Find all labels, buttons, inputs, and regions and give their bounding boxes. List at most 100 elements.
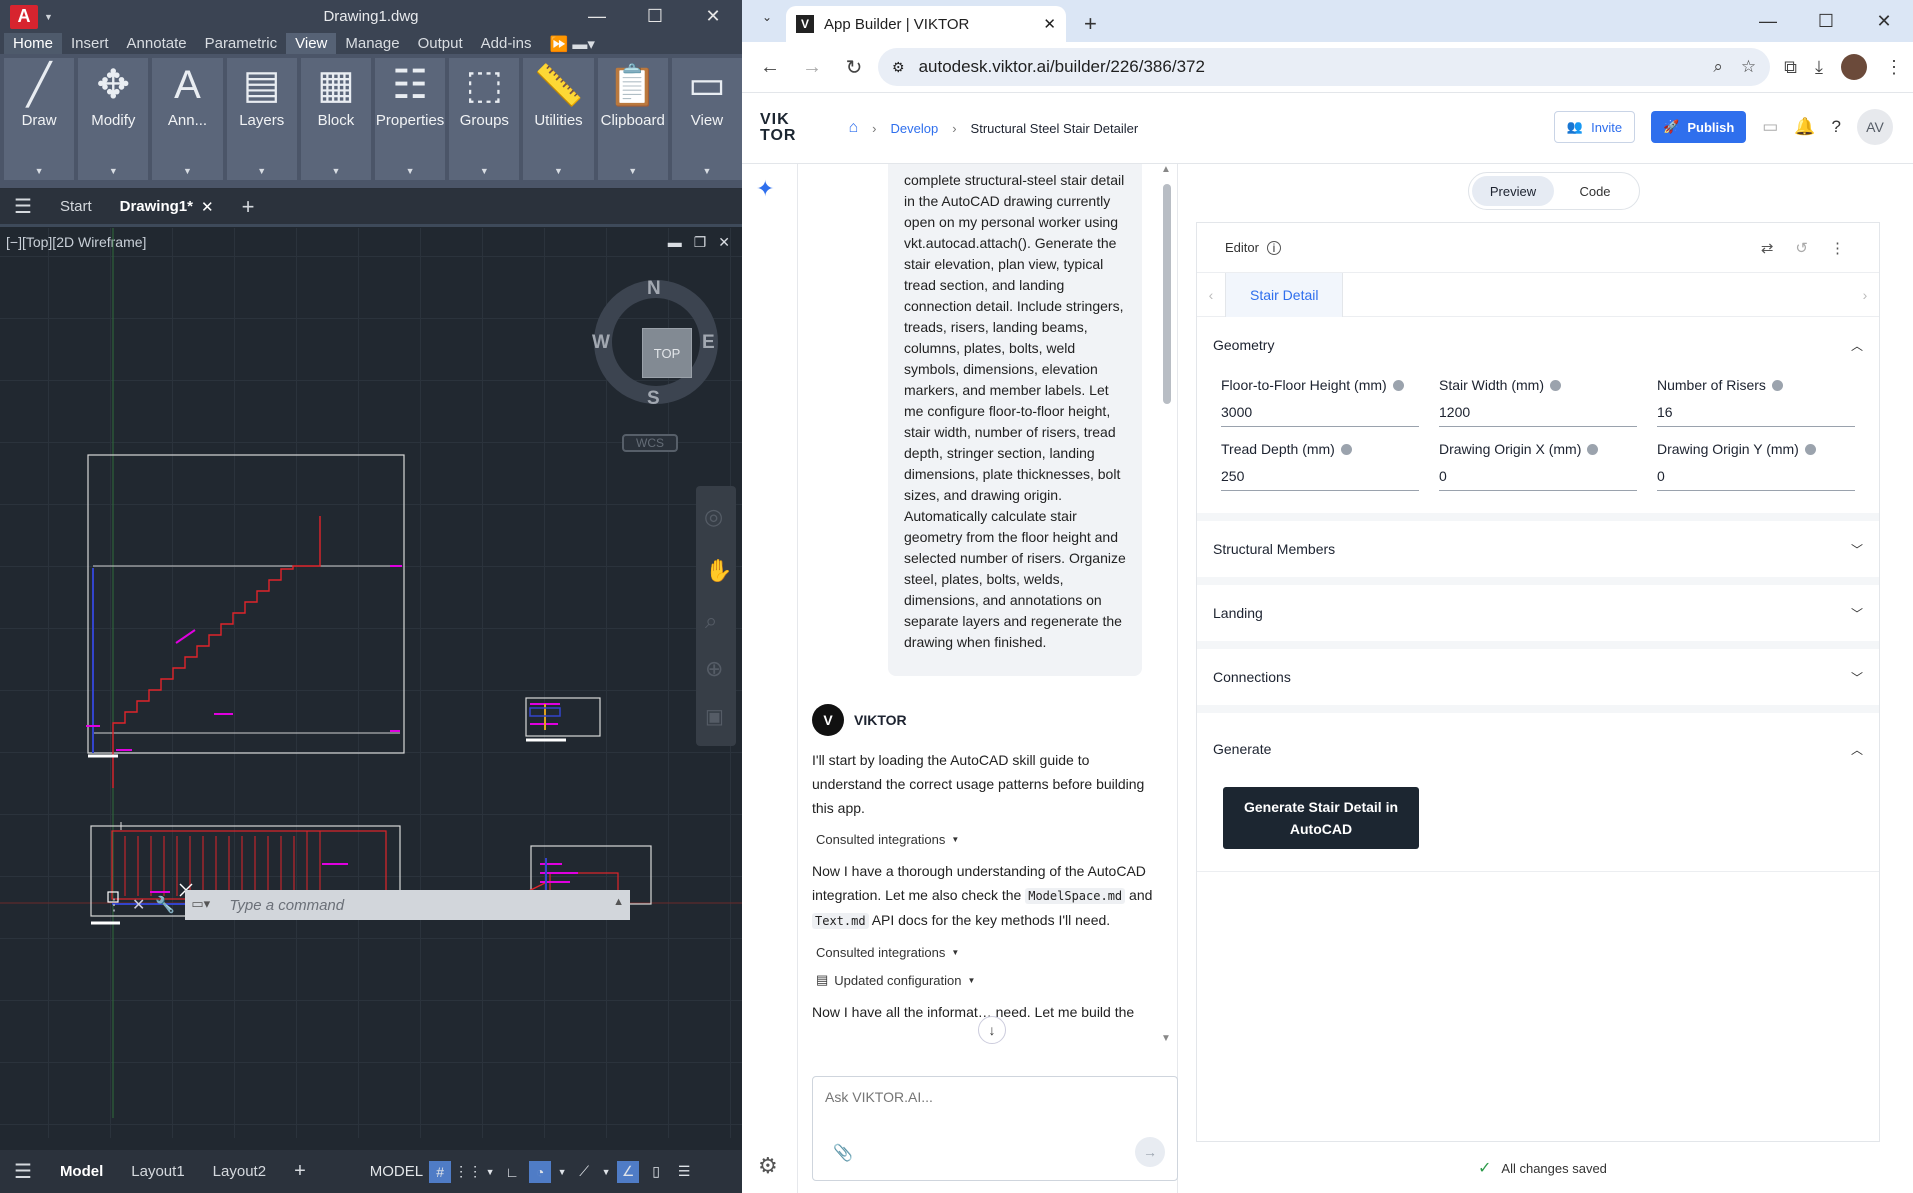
file-tab-start[interactable]: Start [46, 188, 106, 226]
section-generate-header[interactable]: Generate ︿ [1197, 721, 1879, 777]
polar-tracking-icon[interactable]: ◔ [529, 1160, 552, 1183]
browser-minimize-icon[interactable]: — [1739, 0, 1797, 42]
close-tab-icon[interactable]: ✕ [201, 198, 214, 216]
isodraft-dropdown-icon[interactable]: ▼ [601, 1161, 611, 1183]
layout-tab-layout1[interactable]: Layout1 [117, 1163, 198, 1180]
snap-dropdown-icon[interactable]: ▼ [485, 1161, 495, 1183]
lineweight-icon[interactable]: ▯ [645, 1161, 667, 1183]
info-icon[interactable] [1392, 379, 1404, 391]
browser-close-icon[interactable]: ✕ [1855, 0, 1913, 42]
steering-wheel-icon[interactable]: ◎ [704, 504, 723, 530]
ask-input[interactable] [825, 1089, 1125, 1105]
address-bar[interactable]: ⚙ autodesk.viktor.ai/builder/226/386/372… [878, 48, 1771, 86]
send-button[interactable]: → [1135, 1137, 1165, 1167]
undo-icon[interactable]: ↺ [1795, 239, 1808, 257]
command-input[interactable]: ▭▾ Type a command ▲ [185, 890, 630, 920]
snap-mode-icon[interactable]: ⋮⋮ [454, 1161, 482, 1183]
app-menu-caret-icon[interactable]: ▼ [44, 12, 53, 22]
close-tab-icon[interactable]: ✕ [1043, 15, 1056, 33]
command-grip-icon[interactable]: ⋮ [106, 895, 122, 915]
ribbon-tab-annotate[interactable]: Annotate [118, 33, 196, 54]
object-snap-tracking-icon[interactable]: ∠ [617, 1160, 640, 1183]
site-info-icon[interactable]: ⚙ [892, 59, 905, 76]
autocad-logo-icon[interactable]: A [10, 4, 38, 29]
bookmark-star-icon[interactable]: ☆ [1741, 57, 1756, 77]
floor-height-input[interactable]: 3000 [1221, 397, 1419, 427]
drawing-viewport[interactable]: [−][Top][2D Wireframe] ▬ ❐ ✕ N S E W TOP… [0, 228, 742, 1138]
tab-search-icon[interactable]: ⌄ [762, 10, 772, 24]
forward-icon[interactable]: → [794, 49, 830, 85]
minimize-icon[interactable]: — [568, 0, 626, 33]
panel-expand-icon[interactable]: ▼ [406, 166, 415, 176]
isodraft-icon[interactable]: ⟋ [573, 1161, 595, 1183]
panel-expand-icon[interactable]: ▼ [183, 166, 192, 176]
status-menu-icon[interactable]: ☰ [0, 1159, 46, 1184]
ribbon-panel-ann[interactable]: A Ann... ▼ [152, 58, 223, 180]
ribbon-panel-block[interactable]: ▦ Block ▼ [300, 58, 372, 180]
notifications-bell-icon[interactable]: 🔔 [1794, 117, 1815, 137]
chat-scrollbar[interactable]: ▲ ▼ [1161, 164, 1173, 1044]
viewcube-top-face[interactable]: TOP [642, 328, 692, 378]
new-tab-icon[interactable]: + [1084, 6, 1097, 42]
panel-expand-icon[interactable]: ▼ [331, 166, 340, 176]
more-options-icon[interactable]: ⋮ [1830, 239, 1845, 257]
sync-status-icon[interactable]: ⇄ [1761, 239, 1774, 257]
hamburger-menu-icon[interactable]: ☰ [0, 188, 46, 226]
info-icon[interactable] [1587, 443, 1599, 455]
viewcube-compass[interactable]: N S E W TOP [592, 278, 718, 409]
stair-width-input[interactable]: 1200 [1439, 397, 1637, 427]
ribbon-panel-modify[interactable]: ✥ Modify ▼ [78, 58, 149, 180]
showmotion-icon[interactable]: ▣ [705, 704, 724, 729]
origin-y-input[interactable]: 0 [1657, 461, 1855, 491]
back-icon[interactable]: ← [752, 49, 788, 85]
customization-menu-icon[interactable]: ☰ [673, 1161, 695, 1183]
add-layout-icon[interactable]: + [280, 1160, 320, 1183]
code-toggle-button[interactable]: Code [1554, 176, 1636, 206]
ribbon-panel-clipboard[interactable]: 📋 Clipboard ▼ [597, 58, 668, 180]
navigation-bar[interactable]: ◎ ✋ ⌕ ⊕ ▣ [696, 486, 736, 746]
panel-expand-icon[interactable]: ▼ [35, 166, 44, 176]
preview-toggle-button[interactable]: Preview [1472, 176, 1554, 206]
panel-expand-icon[interactable]: ▼ [628, 166, 637, 176]
polar-dropdown-icon[interactable]: ▼ [557, 1161, 567, 1183]
browser-maximize-icon[interactable]: ☐ [1797, 0, 1855, 42]
app-preview-icon[interactable]: ▭ [1762, 117, 1778, 137]
scroll-up-icon[interactable]: ▲ [1161, 164, 1171, 175]
file-tab-drawing1[interactable]: Drawing1* ✕ [106, 188, 228, 226]
info-icon[interactable] [1771, 379, 1783, 391]
ortho-icon[interactable]: ∟ [501, 1161, 523, 1183]
consulted-integrations-toggle-1[interactable]: Consulted integrations ▼ [816, 832, 1157, 847]
ribbon-overflow-icon[interactable]: ⏩ ▬▾ [540, 33, 603, 54]
tab-scroll-left-icon[interactable]: ‹ [1197, 287, 1225, 303]
ribbon-tab-addins[interactable]: Add-ins [472, 33, 541, 54]
info-icon[interactable] [1804, 443, 1816, 455]
command-close-icon[interactable]: ✕ [132, 895, 145, 915]
compass-east-label[interactable]: E [702, 332, 715, 354]
ribbon-panel-draw[interactable]: ╱ Draw ▼ [4, 58, 75, 180]
breadcrumb-develop[interactable]: Develop [891, 121, 939, 136]
consulted-integrations-toggle-2[interactable]: Consulted integrations ▼ [816, 945, 1157, 960]
new-tab-plus-icon[interactable]: + [228, 188, 269, 226]
pan-hand-icon[interactable]: ✋ [705, 558, 732, 584]
browser-tab[interactable]: V App Builder | VIKTOR ✕ [786, 6, 1066, 42]
section-structural-header[interactable]: Structural Members ﹀ [1197, 521, 1879, 577]
close-icon[interactable]: ✕ [684, 0, 742, 33]
ribbon-tab-home[interactable]: Home [4, 33, 63, 54]
zoom-icon[interactable]: ⌕ [705, 608, 717, 634]
ask-box[interactable]: 📎 → [812, 1076, 1178, 1181]
grid-toggle-icon[interactable]: # [429, 1160, 452, 1183]
ribbon-tab-insert[interactable]: Insert [62, 33, 118, 54]
updated-configuration-toggle[interactable]: ▤ Updated configuration ▼ [816, 972, 1157, 988]
command-expand-icon[interactable]: ▲ [613, 896, 624, 908]
invite-button[interactable]: 👥 Invite [1553, 111, 1636, 143]
help-icon[interactable]: ? [1832, 117, 1841, 137]
publish-button[interactable]: 🚀 Publish [1651, 111, 1747, 143]
tread-depth-input[interactable]: 250 [1221, 461, 1419, 491]
scroll-to-bottom-button[interactable]: ↓ [978, 1016, 1006, 1044]
tab-stair-detail[interactable]: Stair Detail [1225, 272, 1344, 317]
downloads-icon[interactable]: ⤓ [1815, 57, 1823, 78]
maximize-icon[interactable]: ☐ [626, 0, 684, 33]
ribbon-panel-utilities[interactable]: 📏 Utilities ▼ [523, 58, 594, 180]
panel-expand-icon[interactable]: ▼ [109, 166, 118, 176]
profile-avatar[interactable] [1841, 54, 1867, 80]
